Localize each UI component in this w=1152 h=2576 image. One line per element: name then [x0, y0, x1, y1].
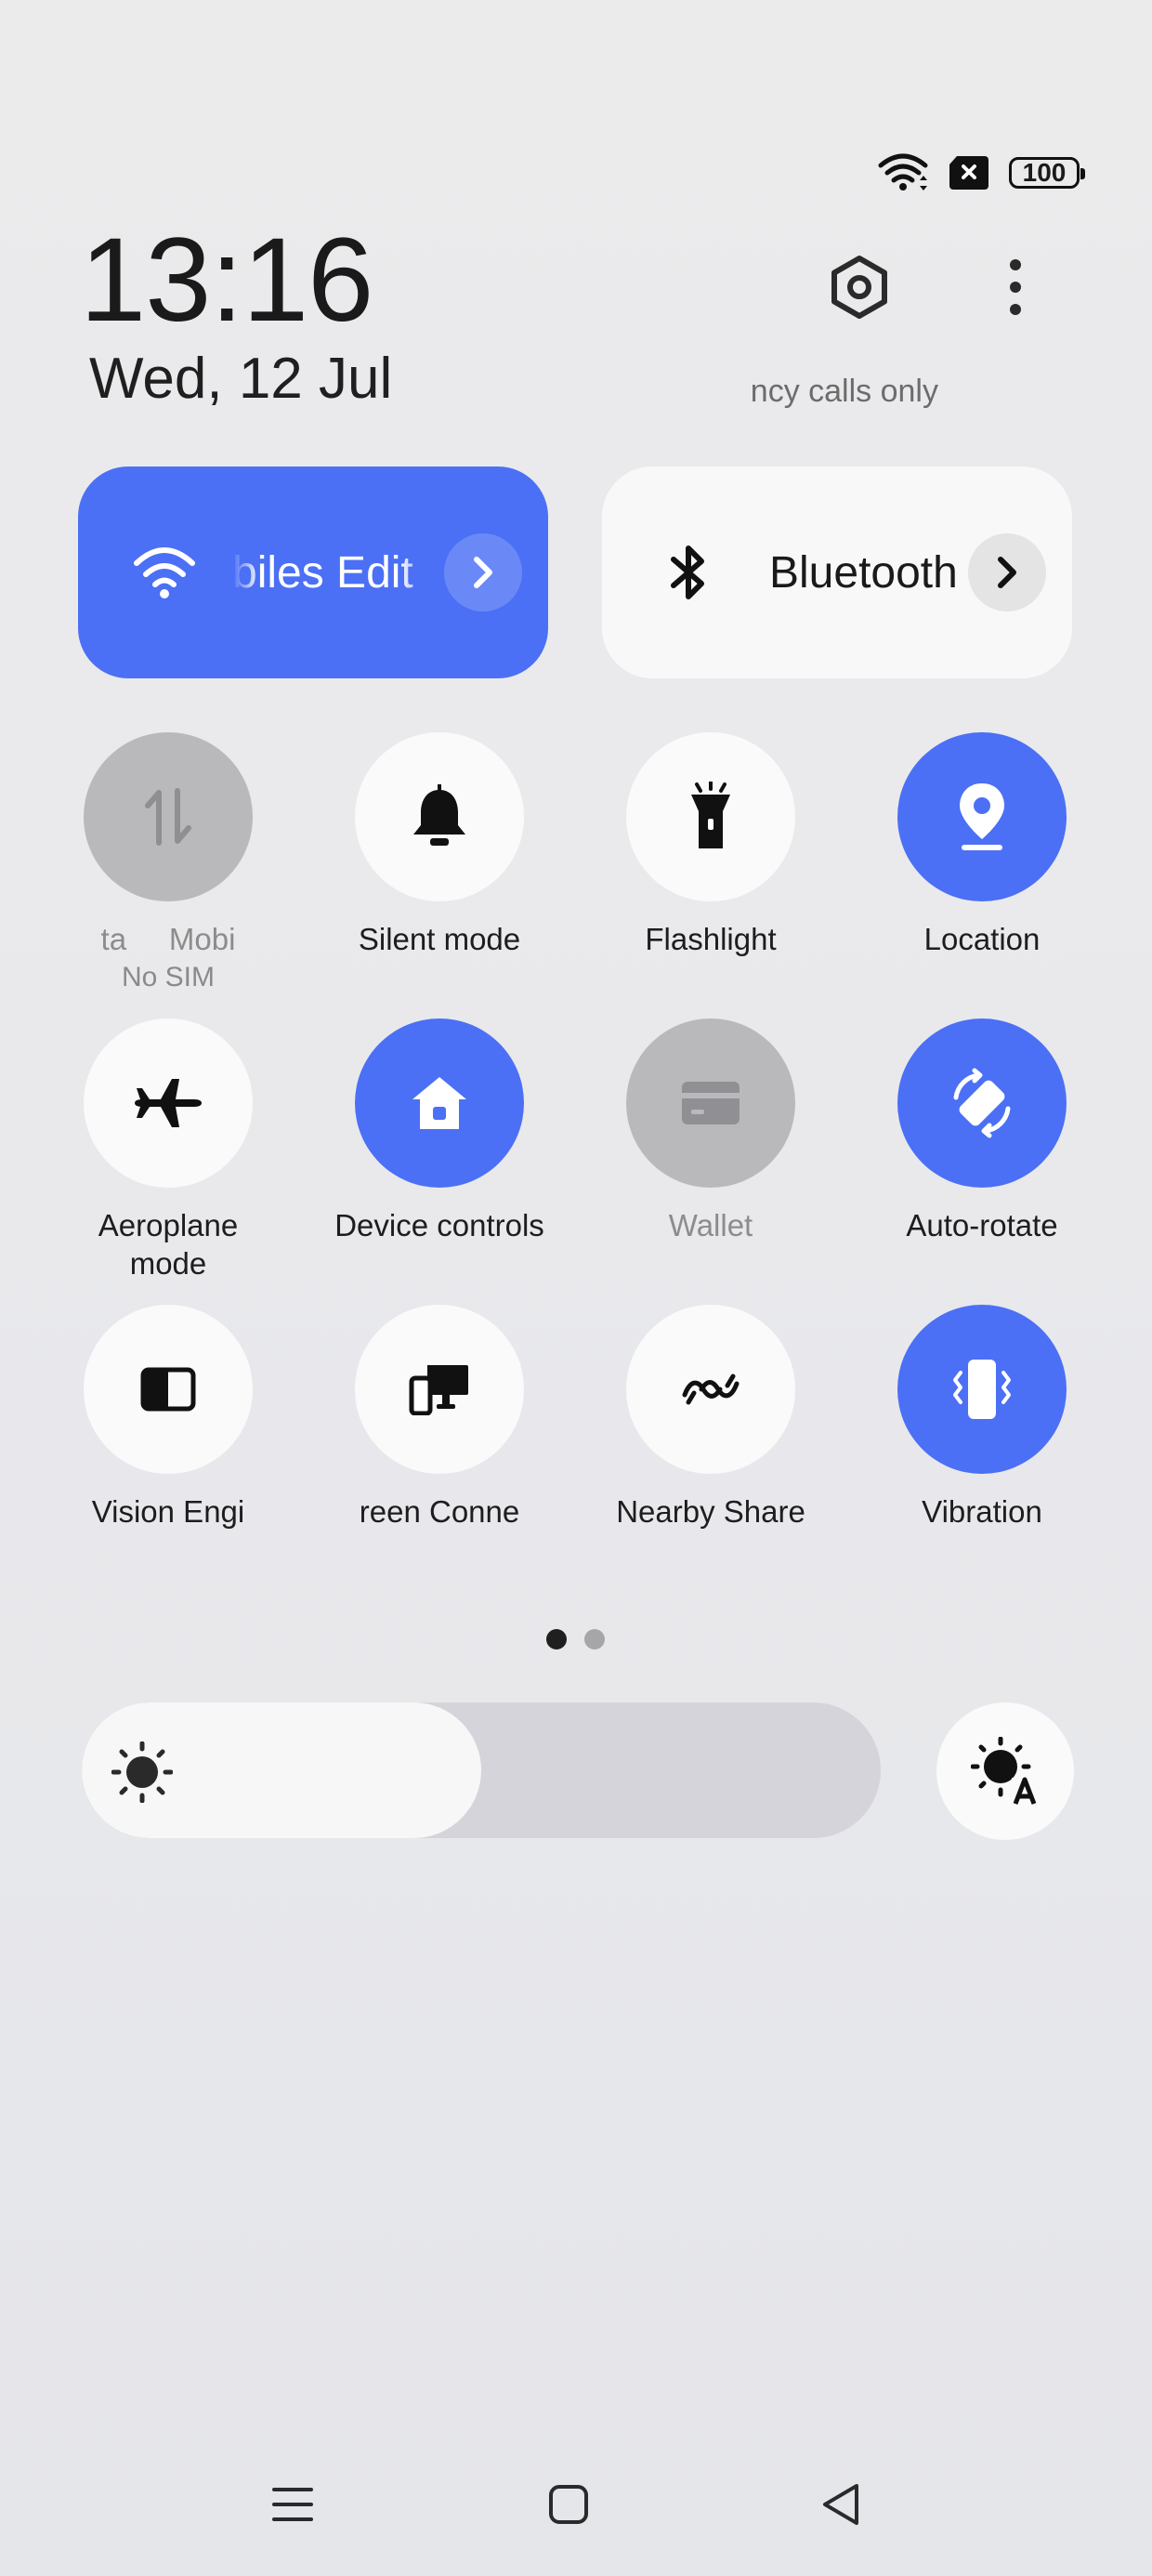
more-options-button[interactable]	[974, 245, 1057, 329]
vibration-icon	[953, 1360, 1011, 1419]
screen-connect-button[interactable]	[355, 1305, 524, 1474]
toggle-aeroplane-mode[interactable]: Aeroplane mode	[61, 1019, 275, 1282]
bluetooth-tile[interactable]: Bluetooth	[602, 467, 1072, 678]
toggle-label: Silent mode	[358, 922, 521, 956]
toggle-label: Auto-rotate	[906, 1208, 1058, 1242]
back-icon	[823, 2484, 858, 2525]
brightness-slider[interactable]	[82, 1702, 881, 1838]
nav-recents-button[interactable]	[260, 2472, 325, 2537]
more-vert-icon	[1010, 259, 1021, 315]
status-bar: 100	[877, 149, 1085, 197]
screen-connect-icon	[409, 1365, 468, 1415]
toggle-label: Device controls	[334, 1208, 544, 1242]
toggle-flashlight[interactable]: Flashlight	[604, 732, 818, 958]
home-button-icon	[549, 2485, 588, 2524]
toggle-nearby-share[interactable]: Nearby Share	[604, 1305, 818, 1531]
toggle-label: Vibration	[922, 1494, 1042, 1529]
vision-engine-button[interactable]	[84, 1305, 253, 1474]
toggle-device-controls[interactable]: Device controls	[333, 1019, 546, 1244]
device-controls-button[interactable]	[355, 1019, 524, 1188]
date-label[interactable]: Wed, 12 Jul	[89, 344, 392, 414]
chevron-right-icon	[474, 557, 492, 588]
gear-icon	[831, 256, 887, 319]
settings-button[interactable]	[818, 245, 901, 329]
nav-back-button[interactable]	[808, 2472, 873, 2537]
toggle-auto-rotate[interactable]: Auto-rotate	[875, 1019, 1089, 1244]
bell-icon	[413, 784, 465, 846]
chevron-right-icon	[998, 557, 1016, 588]
toggle-mobile-data[interactable]: ta Mobi No SIM	[61, 732, 275, 993]
toggle-label: Wallet	[668, 1208, 753, 1242]
toggle-location[interactable]: Location	[875, 732, 1089, 958]
wifi-icon	[878, 153, 928, 191]
toggle-silent-mode[interactable]: Silent mode	[333, 732, 546, 958]
nearby-share-button[interactable]	[626, 1305, 795, 1474]
auto-brightness-icon	[971, 1737, 1038, 1805]
flashlight-icon	[691, 782, 730, 848]
toggle-vision-engine[interactable]: Vision Engi	[61, 1305, 275, 1531]
nav-home-button[interactable]	[536, 2472, 601, 2537]
auto-rotate-icon	[953, 1068, 1011, 1138]
toggle-label: reen Conne	[359, 1494, 520, 1529]
toggle-vibration[interactable]: Vibration	[875, 1305, 1089, 1531]
auto-rotate-button[interactable]	[897, 1019, 1067, 1188]
toggle-label: ta Mobi	[100, 922, 236, 956]
battery-level: 100	[1022, 158, 1067, 187]
mobile-data-icon	[145, 788, 191, 846]
bluetooth-details-button[interactable]	[968, 533, 1046, 611]
auto-brightness-button[interactable]	[936, 1702, 1074, 1840]
toggle-label: Location	[923, 922, 1041, 956]
page-indicator-dot-active[interactable]	[546, 1629, 567, 1649]
bluetooth-label: Bluetooth	[769, 547, 958, 598]
bluetooth-icon	[652, 536, 725, 609]
toggle-label: Nearby Share	[616, 1494, 805, 1529]
page-indicator-dot[interactable]	[584, 1629, 605, 1649]
vibration-button[interactable]	[897, 1305, 1067, 1474]
battery-icon: 100	[1009, 157, 1085, 189]
flashlight-button[interactable]	[626, 732, 795, 901]
wifi-network-name: biles Edit	[232, 547, 413, 598]
location-button[interactable]	[897, 732, 1067, 901]
no-sim-icon	[949, 156, 988, 190]
aeroplane-mode-button[interactable]	[84, 1019, 253, 1188]
home-icon	[412, 1077, 466, 1129]
wifi-icon	[128, 536, 201, 609]
toggle-sublabel: No SIM	[121, 962, 216, 992]
mobile-data-button[interactable]	[84, 732, 253, 901]
toggle-label: Vision Engi	[91, 1494, 245, 1529]
wifi-details-button[interactable]	[444, 533, 522, 611]
clock-time[interactable]: 13:16	[80, 216, 373, 346]
carrier-status: ncy calls only	[750, 374, 938, 409]
brightness-icon	[111, 1741, 173, 1803]
toggle-label: Flashlight	[645, 922, 777, 956]
airplane-icon	[135, 1079, 202, 1127]
nearby-share-icon	[682, 1373, 740, 1405]
toggle-label: Aeroplane mode	[98, 1208, 239, 1281]
location-icon	[960, 783, 1004, 850]
wallet-icon	[682, 1082, 740, 1124]
wifi-tile[interactable]: biles Edit	[78, 467, 548, 678]
toggle-wallet[interactable]: Wallet	[604, 1019, 818, 1244]
wallet-button[interactable]	[626, 1019, 795, 1188]
menu-icon	[272, 2488, 313, 2521]
silent-mode-button[interactable]	[355, 732, 524, 901]
vision-engine-icon	[140, 1367, 196, 1412]
toggle-screen-connect[interactable]: reen Conne	[333, 1305, 546, 1531]
